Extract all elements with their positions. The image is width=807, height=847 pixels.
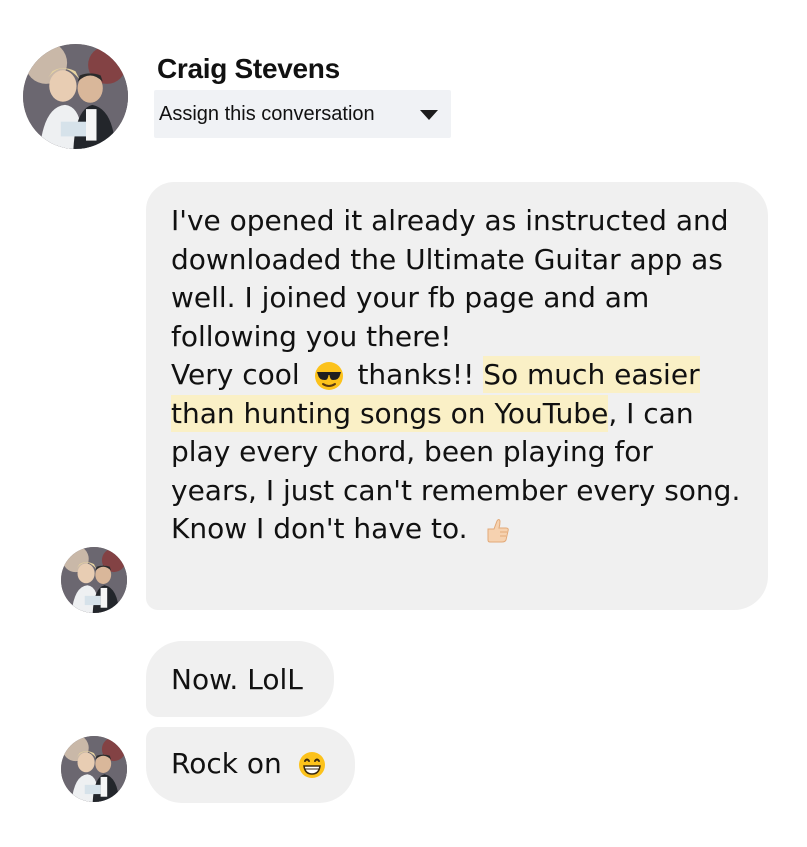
caret-down-icon bbox=[420, 110, 438, 120]
message-text: Know I don't have to. bbox=[171, 512, 468, 545]
message-line: well. I joined your fb page and am bbox=[171, 281, 650, 314]
sunglasses-emoji-icon bbox=[314, 362, 343, 390]
message-line: years, I just can't remember every song. bbox=[171, 473, 741, 507]
message-text: thanks!! bbox=[357, 358, 484, 391]
message-bubble[interactable]: Now. LolL bbox=[146, 641, 334, 717]
message-line: Know I don't have to. bbox=[171, 510, 768, 549]
contact-avatar[interactable] bbox=[23, 44, 128, 149]
sender-avatar[interactable] bbox=[61, 736, 127, 802]
message-line: Very cool thanks!! So much easier bbox=[171, 356, 768, 395]
message-text: Now. LolL bbox=[171, 663, 303, 696]
message-text: , I can bbox=[608, 396, 694, 430]
thumbs-up-icon bbox=[487, 519, 510, 543]
highlighted-text: So much easier bbox=[483, 356, 700, 393]
profile-photo-icon bbox=[23, 44, 128, 149]
highlighted-text: than hunting songs on YouTube bbox=[171, 394, 609, 432]
grinning-face-icon bbox=[298, 752, 325, 778]
message-bubble[interactable]: Rock on bbox=[146, 727, 355, 803]
message-line: following you there! bbox=[171, 319, 452, 353]
profile-photo-icon bbox=[61, 736, 127, 802]
message-text: Very cool bbox=[171, 358, 300, 391]
message-text: Rock on bbox=[171, 747, 282, 780]
profile-photo-icon bbox=[61, 547, 127, 613]
message-line: play every chord, been playing for bbox=[171, 435, 653, 468]
sender-avatar[interactable] bbox=[61, 547, 127, 613]
message-line: I've opened it already as instructed and bbox=[171, 204, 729, 237]
message-line: than hunting songs on YouTube, I can bbox=[171, 394, 768, 434]
assign-conversation-label: Assign this conversation bbox=[159, 102, 375, 125]
message-bubble[interactable]: I've opened it already as instructed and… bbox=[146, 182, 768, 610]
assign-conversation-dropdown[interactable]: Assign this conversation bbox=[154, 90, 451, 138]
message-line: downloaded the Ultimate Guitar app as bbox=[171, 242, 723, 276]
contact-name[interactable]: Craig Stevens bbox=[157, 53, 340, 85]
